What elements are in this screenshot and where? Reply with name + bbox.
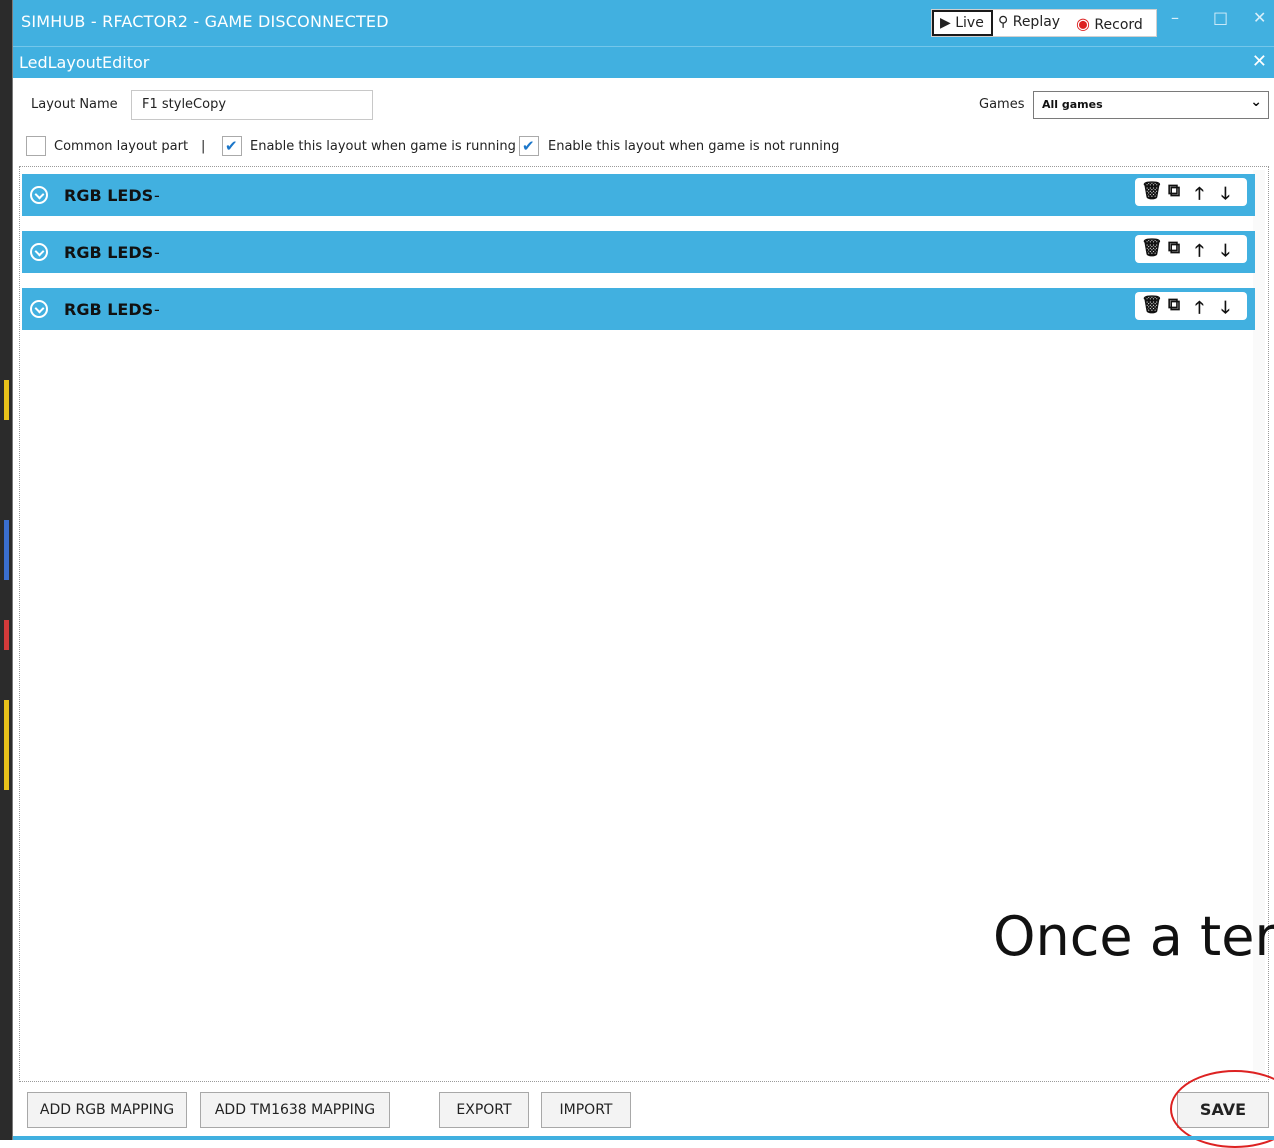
games-select[interactable]: All games ⌄ (1033, 91, 1269, 119)
section-title: RGB LEDS (64, 243, 154, 262)
arrow-up-icon[interactable]: 🡑 (1195, 295, 1204, 324)
simhub-window: SIMHUB - RFACTOR2 - GAME DISCONNECTED ▶ … (12, 0, 1274, 1148)
trash-icon[interactable]: 🗑 (1141, 238, 1163, 258)
bottom-border (13, 1136, 1274, 1140)
section-tools: 🗑 ⧉ 🡑 🡓 (1135, 235, 1247, 263)
enable-not-running-checkbox[interactable]: ✔ (519, 136, 539, 156)
arrow-up-icon[interactable]: 🡑 (1195, 181, 1204, 210)
arrow-down-icon[interactable]: 🡓 (1221, 295, 1230, 324)
replay-label: Replay (1012, 14, 1061, 30)
add-rgb-mapping-button[interactable]: ADD RGB MAPPING (27, 1092, 187, 1128)
arrow-down-icon[interactable]: 🡓 (1221, 181, 1230, 210)
chevron-down-icon: ⌄ (1250, 94, 1262, 110)
enable-not-running-label: Enable this layout when game is not runn… (548, 139, 840, 154)
layout-name-label: Layout Name (31, 97, 118, 112)
enable-running-checkbox[interactable]: ✔ (222, 136, 242, 156)
expand-toggle-icon[interactable] (30, 186, 48, 204)
rgb-leds-section[interactable]: RGB LEDS - 🗑 ⧉ 🡑 🡓 (22, 174, 1255, 216)
checkmark-icon: ✔ (225, 137, 238, 155)
minimize-icon[interactable]: – (1171, 8, 1179, 27)
section-title: RGB LEDS (64, 300, 154, 319)
rgb-leds-section[interactable]: RGB LEDS - 🗑 ⧉ 🡑 🡓 (22, 231, 1255, 273)
games-value: All games (1042, 98, 1103, 111)
expand-toggle-icon[interactable] (30, 243, 48, 261)
add-tm1638-mapping-button[interactable]: ADD TM1638 MAPPING (200, 1092, 390, 1128)
layout-name-input[interactable]: F1 styleCopy (131, 90, 373, 120)
play-icon: ▶ (940, 15, 951, 31)
close-dialog-icon[interactable]: ✕ (1252, 51, 1267, 72)
expand-toggle-icon[interactable] (30, 300, 48, 318)
background-strip (0, 0, 12, 1140)
common-layout-checkbox[interactable] (26, 136, 46, 156)
import-button[interactable]: IMPORT (541, 1092, 631, 1128)
enable-running-label: Enable this layout when game is running (250, 139, 516, 154)
copy-icon[interactable]: ⧉ (1168, 295, 1180, 315)
rgb-leds-section[interactable]: RGB LEDS - 🗑 ⧉ 🡑 🡓 (22, 288, 1255, 330)
copy-icon[interactable]: ⧉ (1168, 181, 1180, 201)
replay-icon: ⚲ (998, 14, 1009, 30)
dialog-title-bar: LedLayoutEditor ✕ (13, 46, 1274, 78)
checkmark-icon: ✔ (522, 137, 535, 155)
title-bar: SIMHUB - RFACTOR2 - GAME DISCONNECTED ▶ … (13, 0, 1274, 46)
record-icon: ◉ (1076, 14, 1090, 33)
arrow-down-icon[interactable]: 🡓 (1221, 238, 1230, 267)
replay-mode-button[interactable]: ⚲ Replay (998, 14, 1060, 30)
dialog-title: LedLayoutEditor (19, 53, 150, 72)
mode-switch: ▶ Live ⚲ Replay ◉ Record (931, 9, 1157, 37)
section-suffix: - (154, 243, 160, 262)
record-label: Record (1094, 17, 1143, 33)
live-mode-button[interactable]: ▶ Live (932, 10, 993, 36)
record-mode-button[interactable]: ◉ Record (1076, 14, 1143, 33)
app-title: SIMHUB - RFACTOR2 - GAME DISCONNECTED (21, 12, 389, 31)
arrow-up-icon[interactable]: 🡑 (1195, 238, 1204, 267)
trash-icon[interactable]: 🗑 (1141, 181, 1163, 201)
section-title: RGB LEDS (64, 186, 154, 205)
live-label: Live (955, 15, 984, 31)
maximize-icon[interactable]: □ (1213, 8, 1228, 27)
options-separator: | (201, 139, 206, 154)
section-suffix: - (154, 186, 160, 205)
section-suffix: - (154, 300, 160, 319)
export-button[interactable]: EXPORT (439, 1092, 529, 1128)
close-window-icon[interactable]: ✕ (1253, 8, 1266, 27)
trash-icon[interactable]: 🗑 (1141, 295, 1163, 315)
common-layout-label: Common layout part (54, 139, 189, 154)
overlay-caption: Once a ter (993, 905, 1274, 968)
games-label: Games (979, 97, 1025, 112)
copy-icon[interactable]: ⧉ (1168, 238, 1180, 258)
section-tools: 🗑 ⧉ 🡑 🡓 (1135, 292, 1247, 320)
section-tools: 🗑 ⧉ 🡑 🡓 (1135, 178, 1247, 206)
